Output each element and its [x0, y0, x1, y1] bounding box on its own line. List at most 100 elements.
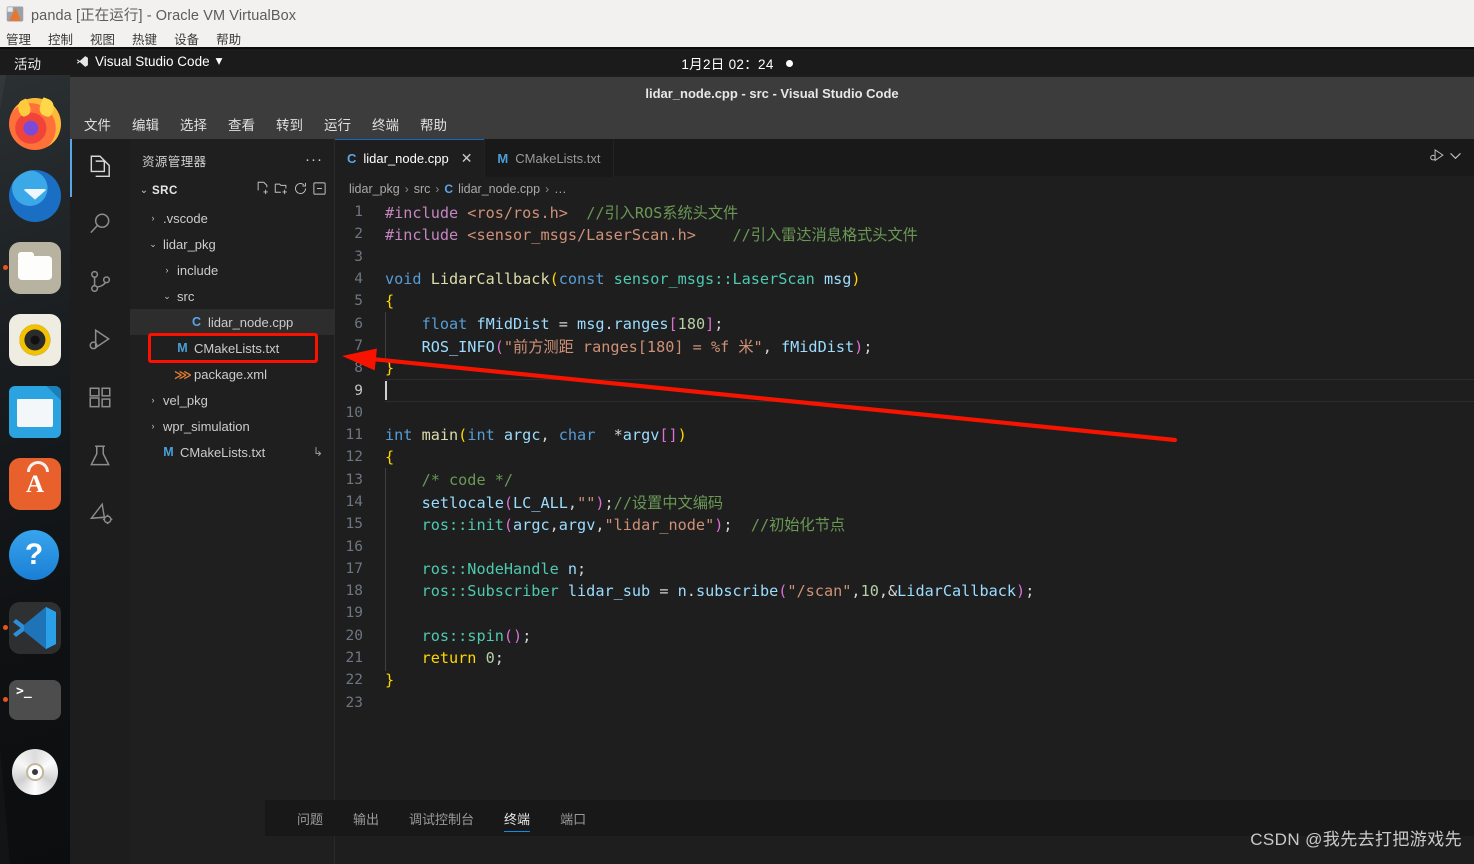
code-line[interactable]: 23	[335, 692, 1474, 714]
dock-item-terminal[interactable]	[3, 674, 61, 726]
vbox-menu-devices[interactable]: 设备	[174, 29, 199, 48]
menu-help[interactable]: 帮助	[416, 112, 451, 136]
tree-item-lidar-node-cpp[interactable]: Clidar_node.cpp	[130, 309, 335, 335]
dock-item-files[interactable]	[3, 242, 61, 294]
code-line[interactable]: 2 #include <sensor_msgs/LaserScan.h> //引入…	[335, 223, 1474, 245]
tree-item-cmakelists-txt[interactable]: M CMakeLists.txt ↳	[130, 439, 335, 465]
dock-item-disc[interactable]	[9, 746, 61, 798]
editor-tab-cmakelists-txt[interactable]: M CMakeLists.txt	[485, 139, 614, 177]
explorer-root-folder[interactable]: ⌄ SRC	[130, 178, 335, 203]
file-type-icon: M	[177, 341, 188, 355]
dock-item-firefox[interactable]	[9, 98, 61, 150]
activity-bar-item-testing[interactable]	[70, 429, 130, 487]
tree-item--vscode[interactable]: › .vscode	[130, 205, 335, 231]
vbox-menu-help[interactable]: 帮助	[216, 29, 241, 48]
code-line[interactable]: 22}	[335, 669, 1474, 691]
code-line[interactable]: 10	[335, 402, 1474, 424]
code-line[interactable]: 17 ros::NodeHandle n;	[335, 556, 1474, 582]
dock-item-vscode[interactable]	[3, 602, 61, 654]
breadcrumb-item[interactable]: src	[414, 182, 431, 196]
panel-tab-端口[interactable]: 端口	[560, 800, 586, 836]
code-line[interactable]: 14 setlocale(LC_ALL,"");//设置中文编码	[335, 491, 1474, 516]
panel-tab-输出[interactable]: 输出	[353, 800, 379, 836]
run-icon[interactable]	[1428, 147, 1445, 169]
breadcrumb-item[interactable]: lidar_node.cpp	[458, 182, 540, 196]
more-actions-icon[interactable]: ···	[305, 152, 323, 167]
breadcrumb-item[interactable]: …	[554, 182, 567, 196]
vscode-menubar[interactable]: 文件 编辑 选择 查看 转到 运行 终端 帮助	[70, 109, 1474, 139]
activity-bar-item-extensions[interactable]	[70, 371, 130, 429]
line-number: 4	[354, 271, 363, 288]
tree-item-wpr-simulation[interactable]: › wpr_simulation	[130, 413, 335, 439]
breadcrumb-item[interactable]: lidar_pkg	[349, 182, 400, 196]
menu-run[interactable]: 运行	[320, 112, 355, 136]
close-icon[interactable]: ✕	[461, 150, 473, 167]
new-file-icon[interactable]	[255, 181, 270, 201]
refresh-icon[interactable]	[293, 181, 308, 201]
vbox-menu-control[interactable]: 控制	[48, 29, 73, 48]
new-folder-icon[interactable]	[274, 181, 289, 201]
panel-tab-调试控制台[interactable]: 调试控制台	[409, 800, 474, 836]
menu-edit[interactable]: 编辑	[128, 112, 163, 136]
panel-tab-问题[interactable]: 问题	[297, 800, 323, 836]
breadcrumb[interactable]: lidar_pkg › src › Clidar_node.cpp ›…	[335, 177, 1474, 201]
code-line[interactable]: 12 {	[335, 446, 1474, 468]
tree-item-cmakelists-txt[interactable]: M CMakeLists.txt	[130, 335, 335, 361]
code-token: )	[677, 426, 687, 445]
dock-item-libreoffice-writer[interactable]	[9, 386, 61, 438]
virtualbox-menubar[interactable]: 管理 控制 视图 热键 设备 帮助	[0, 28, 1474, 48]
file-tree[interactable]: › .vscode ⌄ lidar_pkg › include ⌄ src Clidar_nod…	[130, 205, 335, 465]
menu-view[interactable]: 查看	[224, 112, 259, 136]
code-line[interactable]: 19	[335, 601, 1474, 627]
vbox-menu-view[interactable]: 视图	[90, 29, 115, 48]
dock-item-help[interactable]	[9, 530, 61, 582]
code-line[interactable]: 7 ROS_INFO("前方测距 ranges[180] = %f 米", fM…	[335, 334, 1474, 360]
code-token: argc	[503, 426, 541, 445]
code-line[interactable]: 5{	[335, 290, 1474, 312]
vbox-menu-manage[interactable]: 管理	[6, 29, 31, 48]
menu-terminal[interactable]: 终端	[368, 112, 403, 136]
code-line[interactable]: 21 return 0;	[335, 646, 1474, 672]
code-line[interactable]: 11 int main(int argc, char *argv[])	[335, 424, 1474, 446]
notification-dot-icon	[785, 60, 793, 67]
activity-bar-item-search[interactable]	[70, 197, 130, 255]
dock-item-thunderbird[interactable]	[9, 170, 61, 222]
editor-tab-lidar-node-cpp[interactable]: Clidar_node.cpp ✕	[335, 139, 486, 177]
activity-bar-item-source-control[interactable]	[70, 255, 130, 313]
tree-item-include[interactable]: › include	[130, 257, 335, 283]
chevron-down-icon[interactable]	[1447, 147, 1464, 169]
gnome-clock[interactable]: 1月2日 02：24	[0, 53, 1474, 73]
editor-actions[interactable]	[1428, 139, 1464, 177]
tree-item-lidar-pkg[interactable]: ⌄ lidar_pkg	[130, 231, 335, 257]
menu-go[interactable]: 转到	[272, 112, 307, 136]
code-line[interactable]: 15 ros::init(argc,argv,"lidar_node"); //…	[335, 513, 1474, 539]
code-line[interactable]: 9	[335, 379, 1474, 401]
dock-item-ubuntu-software[interactable]	[9, 458, 61, 510]
tree-item-vel-pkg[interactable]: › vel_pkg	[130, 387, 335, 413]
code-line[interactable]: 8}	[335, 357, 1474, 379]
code-line[interactable]: 18 ros::Subscriber lidar_sub = n.subscri…	[335, 579, 1474, 605]
tree-item-src[interactable]: ⌄ src	[130, 283, 335, 309]
code-line[interactable]: 3	[335, 246, 1474, 268]
code-token: ""	[577, 494, 596, 512]
code-line[interactable]: 16	[335, 534, 1474, 560]
dock-item-rhythmbox[interactable]	[9, 314, 61, 366]
code-line[interactable]: 6 float fMidDist = msg.ranges[180];	[335, 311, 1474, 337]
vscode-icon	[9, 602, 61, 654]
editor-tab-bar[interactable]: Clidar_node.cpp ✕ M CMakeLists.txt	[335, 139, 1474, 177]
line-number: 8	[354, 360, 363, 377]
panel-tab-终端[interactable]: 终端	[504, 800, 531, 836]
code-line[interactable]: 1 #include <ros/ros.h> //引入ROS系统头文件	[335, 201, 1474, 223]
code-line[interactable]: 13 /* code */	[335, 467, 1474, 493]
collapse-all-icon[interactable]	[312, 181, 327, 201]
menu-selection[interactable]: 选择	[176, 112, 211, 136]
menu-file[interactable]: 文件	[80, 112, 115, 136]
tree-item-package-xml[interactable]: ⋙ package.xml	[130, 361, 335, 387]
code-editor[interactable]: 1 #include <ros/ros.h> //引入ROS系统头文件 2 #incl…	[335, 201, 1474, 801]
vbox-menu-hotkeys[interactable]: 热键	[132, 29, 157, 48]
activity-bar-item-run-and-debug[interactable]	[70, 313, 130, 371]
activity-bar-item-explorer[interactable]	[70, 139, 130, 197]
code-line[interactable]: 20 ros::spin();	[335, 623, 1474, 649]
activity-bar-item-ros[interactable]	[70, 487, 130, 545]
code-line[interactable]: 4 void LidarCallback(const sensor_msgs::L…	[335, 268, 1474, 290]
